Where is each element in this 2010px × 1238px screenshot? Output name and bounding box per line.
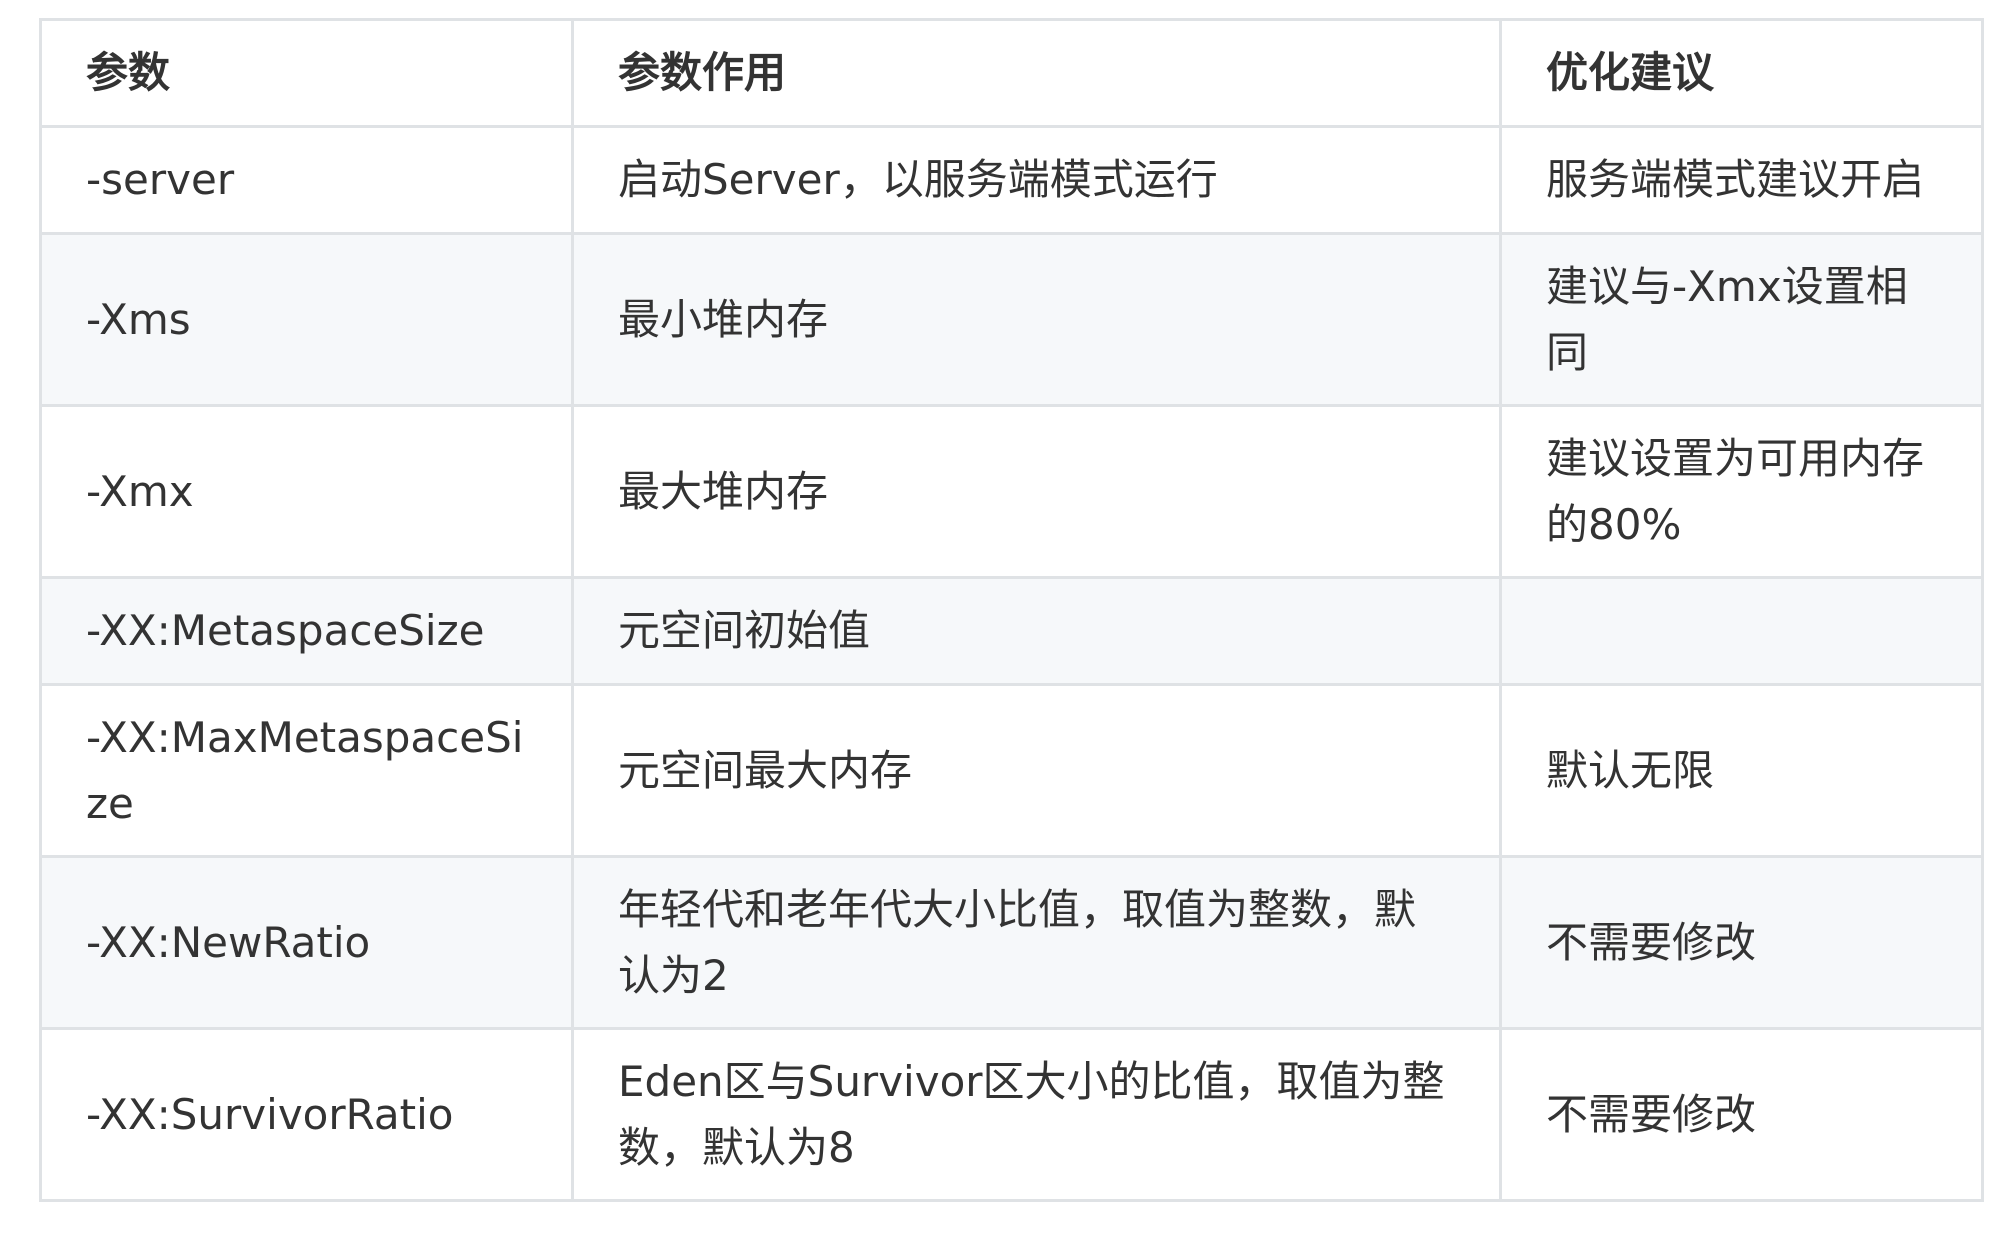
cell-advice: 服务端模式建议开启	[1499, 125, 1984, 235]
header-param: 参数	[39, 18, 574, 128]
table-row: -server 启动Server，以服务端模式运行 服务端模式建议开启	[39, 125, 1984, 235]
cell-advice: 建议设置为可用内存的80%	[1499, 404, 1984, 579]
table-header-row: 参数 参数作用 优化建议	[39, 18, 1984, 128]
cell-param: -XX:MetaspaceSize	[39, 576, 574, 686]
header-effect: 参数作用	[571, 18, 1502, 128]
cell-param: -Xmx	[39, 404, 574, 579]
cell-effect: 启动Server，以服务端模式运行	[571, 125, 1502, 235]
cell-effect: 年轻代和老年代大小比值，取值为整数，默认为2	[571, 855, 1502, 1030]
table-row: -Xmx 最大堆内存 建议设置为可用内存的80%	[39, 404, 1984, 579]
cell-param: -Xms	[39, 232, 574, 407]
cell-effect: Eden区与Survivor区大小的比值，取值为整数，默认为8	[571, 1027, 1502, 1202]
cell-advice	[1499, 576, 1984, 686]
table-row: -XX:SurvivorRatio Eden区与Survivor区大小的比值，取…	[39, 1027, 1984, 1202]
cell-effect: 最大堆内存	[571, 404, 1502, 579]
cell-effect: 元空间初始值	[571, 576, 1502, 686]
cell-param: -XX:MaxMetaspaceSize	[39, 683, 574, 858]
cell-advice: 不需要修改	[1499, 855, 1984, 1030]
table-row: -XX:MetaspaceSize 元空间初始值	[39, 576, 1984, 686]
header-advice: 优化建议	[1499, 18, 1984, 128]
table-row: -XX:MaxMetaspaceSize 元空间最大内存 默认无限	[39, 683, 1984, 858]
jvm-params-table-container: 参数 参数作用 优化建议 -server 启动Server，以服务端模式运行 服…	[39, 18, 1984, 1202]
cell-param: -XX:NewRatio	[39, 855, 574, 1030]
cell-advice: 默认无限	[1499, 683, 1984, 858]
cell-advice: 不需要修改	[1499, 1027, 1984, 1202]
cell-param: -server	[39, 125, 574, 235]
cell-advice: 建议与-Xmx设置相同	[1499, 232, 1984, 407]
cell-effect: 元空间最大内存	[571, 683, 1502, 858]
cell-param: -XX:SurvivorRatio	[39, 1027, 574, 1202]
table-row: -Xms 最小堆内存 建议与-Xmx设置相同	[39, 232, 1984, 407]
table-row: -XX:NewRatio 年轻代和老年代大小比值，取值为整数，默认为2 不需要修…	[39, 855, 1984, 1030]
jvm-params-table: 参数 参数作用 优化建议 -server 启动Server，以服务端模式运行 服…	[39, 18, 1984, 1202]
cell-effect: 最小堆内存	[571, 232, 1502, 407]
